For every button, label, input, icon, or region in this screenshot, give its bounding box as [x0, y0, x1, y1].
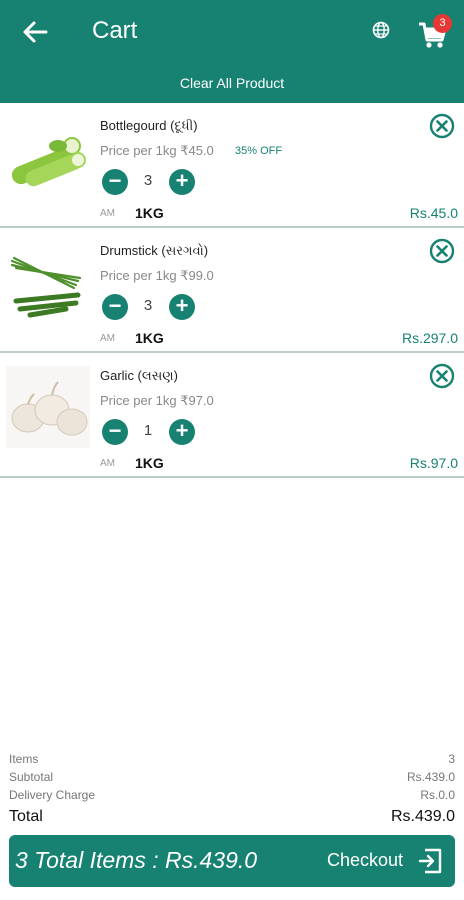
- am-label: AM: [100, 333, 115, 344]
- delivery-charge-value: Rs.0.0: [420, 788, 455, 802]
- back-arrow-icon[interactable]: [22, 20, 48, 44]
- item-total: Rs.45.0: [409, 205, 458, 221]
- summary-items-row: Items 3: [9, 752, 455, 770]
- quantity-value: 1: [143, 422, 153, 439]
- checkout-button[interactable]: Checkout: [327, 850, 403, 871]
- decrease-quantity-button[interactable]: −: [102, 294, 128, 320]
- cart-item: Bottlegourd (દૂધી) Price per 1kg ₹45.0 3…: [0, 103, 464, 228]
- am-label: AM: [100, 458, 115, 469]
- product-price: Price per 1kg ₹45.0: [100, 143, 214, 158]
- checkout-summary-text: 3 Total Items : Rs.439.0: [15, 847, 258, 873]
- summary-total-row: Total Rs.439.0: [9, 808, 455, 830]
- decrease-quantity-button[interactable]: −: [102, 419, 128, 445]
- summary-delivery-row: Delivery Charge Rs.0.0: [9, 788, 455, 806]
- page-title: Cart: [92, 17, 138, 44]
- unit-label: 1KG: [135, 205, 164, 221]
- product-name: Drumstick (સરગવો): [100, 243, 209, 258]
- unit-label: 1KG: [135, 455, 164, 471]
- total-value: Rs.439.0: [390, 808, 455, 825]
- delivery-charge-label: Delivery Charge: [9, 788, 96, 802]
- checkout-bar[interactable]: 3 Total Items : Rs.439.0 Checkout: [9, 835, 455, 887]
- exit-to-app-icon[interactable]: [417, 848, 443, 874]
- quantity-value: 3: [143, 297, 153, 314]
- remove-item-icon[interactable]: [429, 113, 455, 139]
- product-price: Price per 1kg ₹99.0: [100, 268, 214, 283]
- quantity-value: 3: [143, 172, 153, 189]
- subtotal-value: Rs.439.0: [406, 770, 455, 784]
- bottlegourd-image: [11, 137, 86, 187]
- cart-item: Garlic (લસણ) Price per 1kg ₹97.0 − 1 + A…: [0, 353, 464, 478]
- decrease-quantity-button[interactable]: −: [102, 169, 128, 195]
- product-name: Garlic (લસણ): [100, 368, 178, 383]
- cart-count-badge: 3: [433, 14, 452, 33]
- clear-all-button[interactable]: Clear All Product: [0, 75, 464, 91]
- drumstick-image: [10, 256, 82, 318]
- cart-item: Drumstick (સરગવો) Price per 1kg ₹99.0 − …: [0, 228, 464, 353]
- subtotal-label: Subtotal: [9, 770, 54, 784]
- am-label: AM: [100, 208, 115, 219]
- increase-quantity-button[interactable]: +: [169, 294, 195, 320]
- discount-label: 35% OFF: [235, 145, 283, 157]
- increase-quantity-button[interactable]: +: [169, 169, 195, 195]
- item-total: Rs.97.0: [409, 455, 458, 471]
- garlic-image: [6, 366, 90, 448]
- item-total: Rs.297.0: [401, 330, 458, 346]
- total-label: Total: [9, 808, 43, 825]
- product-price: Price per 1kg ₹97.0: [100, 393, 214, 408]
- app-bar: Cart 3 Clear All Product: [0, 0, 464, 103]
- items-value: 3: [448, 752, 455, 766]
- items-label: Items: [9, 752, 39, 766]
- summary-subtotal-row: Subtotal Rs.439.0: [9, 770, 455, 788]
- product-name: Bottlegourd (દૂધી): [100, 118, 198, 133]
- remove-item-icon[interactable]: [429, 238, 455, 264]
- remove-item-icon[interactable]: [429, 363, 455, 389]
- unit-label: 1KG: [135, 330, 164, 346]
- order-summary: Items 3 Subtotal Rs.439.0 Delivery Charg…: [9, 752, 455, 830]
- globe-icon[interactable]: [372, 21, 390, 39]
- increase-quantity-button[interactable]: +: [169, 419, 195, 445]
